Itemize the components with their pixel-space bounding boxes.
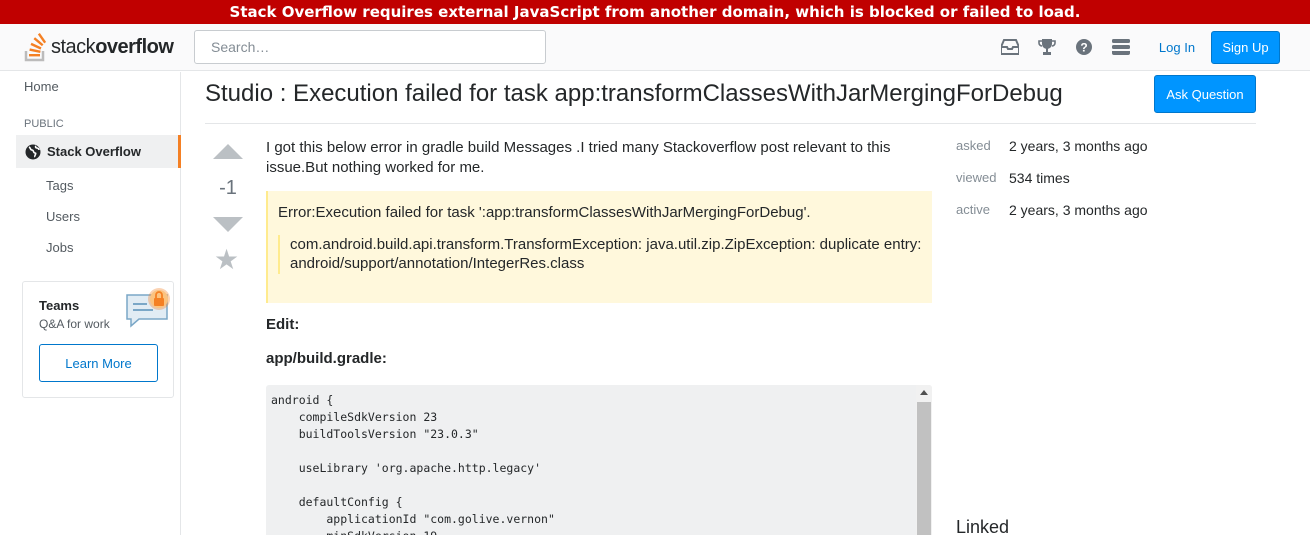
svg-text:?: ? (1080, 41, 1087, 55)
js-blocked-banner: Stack Overflow requires external JavaScr… (0, 0, 1310, 24)
vote-count: -1 (219, 177, 237, 199)
top-bar: stackoverflow ? Log In Sign Up (0, 24, 1310, 71)
question-body: I got this below error in gradle build M… (266, 138, 932, 177)
ask-question-button[interactable]: Ask Question (1154, 75, 1256, 113)
error-blockquote: Error:Execution failed for task ':app:tr… (266, 191, 932, 303)
search-input[interactable] (194, 30, 546, 64)
upvote-arrow-icon[interactable] (213, 144, 243, 159)
question-stats: asked 2 years, 3 months ago viewed 534 t… (956, 136, 1256, 232)
stat-viewed-value: 534 times (1009, 170, 1070, 186)
question-intro: I got this below error in gradle build M… (266, 139, 891, 176)
help-icon[interactable]: ? (1074, 37, 1094, 57)
sidebar-item-jobs[interactable]: Jobs (46, 240, 73, 255)
teams-subtitle: Q&A for work (39, 317, 110, 331)
favorite-star-icon[interactable]: ★ (214, 246, 239, 274)
nested-blockquote: com.android.build.api.transform.Transfor… (278, 234, 922, 274)
sidebar-item-home[interactable]: Home (24, 79, 59, 94)
teams-chat-lock-icon (125, 287, 173, 338)
teams-title: Teams (39, 298, 80, 313)
stat-active-label: active (956, 202, 990, 217)
login-button[interactable]: Log In (1148, 31, 1206, 63)
error-line: Error:Execution failed for task ':app:tr… (278, 204, 811, 221)
code-content: android { compileSdkVersion 23 buildTool… (271, 393, 555, 535)
signup-button[interactable]: Sign Up (1211, 31, 1280, 64)
stat-viewed-label: viewed (956, 170, 997, 185)
learn-more-button[interactable]: Learn More (39, 344, 158, 382)
title-divider (205, 123, 1256, 124)
downvote-arrow-icon[interactable] (213, 217, 243, 232)
stat-active-value[interactable]: 2 years, 3 months ago (1009, 200, 1148, 232)
scroll-up-arrow-icon[interactable] (920, 390, 928, 395)
sidebar-item-tags[interactable]: Tags (46, 178, 73, 193)
sidebar-item-users[interactable]: Users (46, 209, 80, 224)
logo-text: stackoverflow (51, 35, 174, 59)
stack-logo-icon (24, 33, 47, 62)
code-block[interactable]: android { compileSdkVersion 23 buildTool… (266, 385, 932, 535)
gradle-file-label: app/build.gradle: (266, 350, 387, 367)
edit-label: Edit: (266, 316, 300, 333)
teams-promo: Teams Q&A for work Learn More (22, 281, 174, 398)
stat-viewed: viewed 534 times (956, 168, 1256, 200)
stat-asked-value[interactable]: 2 years, 3 months ago (1009, 136, 1148, 168)
logo-text-bold: overflow (95, 35, 174, 58)
sidebar-section-public: PUBLIC (24, 118, 64, 130)
trophy-icon[interactable] (1037, 37, 1057, 57)
scroll-thumb[interactable] (917, 402, 931, 535)
inbox-icon[interactable] (1000, 37, 1020, 57)
sidebar-item-label: Stack Overflow (47, 144, 141, 159)
code-scrollbar[interactable] (916, 385, 932, 535)
logo-text-light: stack (51, 35, 96, 58)
site-switcher-icon[interactable] (1111, 37, 1131, 57)
globe-icon (25, 144, 41, 160)
sidebar-item-stack-overflow[interactable]: Stack Overflow (16, 135, 181, 168)
question-title[interactable]: Studio : Execution failed for task app:t… (205, 80, 1063, 108)
top-icons: ? (1000, 37, 1131, 57)
stat-active: active 2 years, 3 months ago (956, 200, 1256, 232)
stat-asked: asked 2 years, 3 months ago (956, 136, 1256, 168)
left-sidebar: Home PUBLIC Stack Overflow Tags Users Jo… (0, 72, 181, 535)
stackoverflow-logo[interactable]: stackoverflow (24, 30, 174, 64)
stat-asked-label: asked (956, 138, 991, 153)
